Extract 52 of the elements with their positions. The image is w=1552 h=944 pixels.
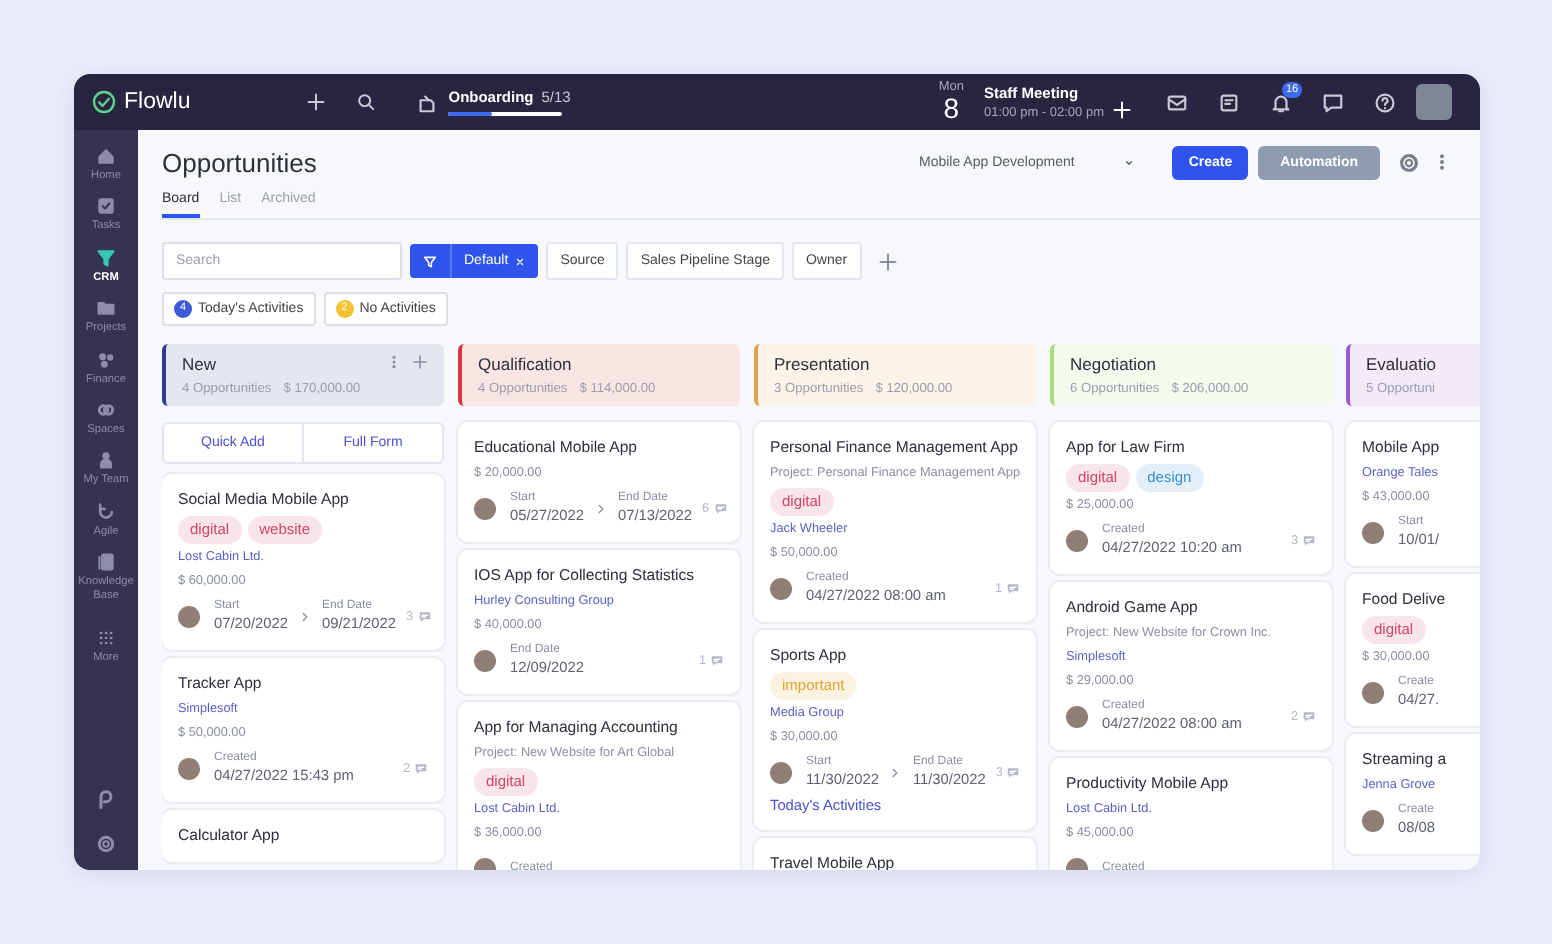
comment-icon (417, 609, 432, 623)
funnel-icon (422, 253, 438, 269)
user-avatar[interactable] (1416, 84, 1452, 120)
comment-icon (713, 501, 728, 515)
avatar (1362, 809, 1384, 831)
close-icon[interactable] (514, 255, 527, 267)
chevron-icon (594, 501, 608, 515)
page-title: Opportunities (162, 147, 317, 177)
comment-icon (1006, 765, 1021, 779)
house-icon (96, 146, 116, 166)
funnel-icon (96, 247, 116, 268)
grid-icon (96, 628, 116, 649)
avatar (1362, 521, 1384, 543)
people-icon (96, 450, 116, 471)
checklist-icon (96, 196, 116, 217)
avatar (770, 761, 792, 783)
more-icon[interactable] (386, 354, 402, 370)
plus-icon[interactable] (306, 92, 327, 112)
bell-icon[interactable] (1270, 91, 1292, 113)
coins-icon (96, 349, 116, 370)
checkmark-icon (92, 90, 116, 114)
calendar-day: 8 (943, 94, 960, 123)
avatar (178, 757, 200, 779)
column-title: Qualification (478, 354, 574, 374)
avatar (474, 497, 496, 519)
avatar (1362, 681, 1384, 703)
avatar (1066, 705, 1088, 727)
search-icon[interactable] (356, 92, 377, 112)
chevron-icon (888, 765, 903, 779)
comment-icon (1302, 709, 1316, 723)
column-title: Negotiation (1070, 354, 1159, 374)
comment-icon (1302, 533, 1316, 547)
avatar (770, 577, 792, 599)
avatar (178, 605, 200, 627)
rings-icon (96, 400, 116, 421)
book-icon (96, 552, 116, 573)
avatar (1066, 529, 1088, 551)
column-title: Evaluatio (1366, 354, 1438, 374)
avatar (474, 649, 496, 671)
chevron-icon (298, 609, 312, 623)
folder-icon (96, 298, 116, 319)
column-title: New (182, 354, 219, 374)
chat-icon[interactable] (1322, 91, 1344, 113)
note-icon[interactable] (1218, 91, 1240, 113)
comment-icon (710, 653, 724, 667)
mail-icon[interactable] (1166, 91, 1188, 113)
caret-icon (1122, 155, 1137, 169)
column-title: Presentation (774, 354, 872, 374)
help-icon[interactable] (1374, 91, 1396, 113)
app-name: Flowlu (124, 90, 191, 114)
comment-icon (414, 761, 428, 775)
comment-icon (1006, 581, 1020, 595)
